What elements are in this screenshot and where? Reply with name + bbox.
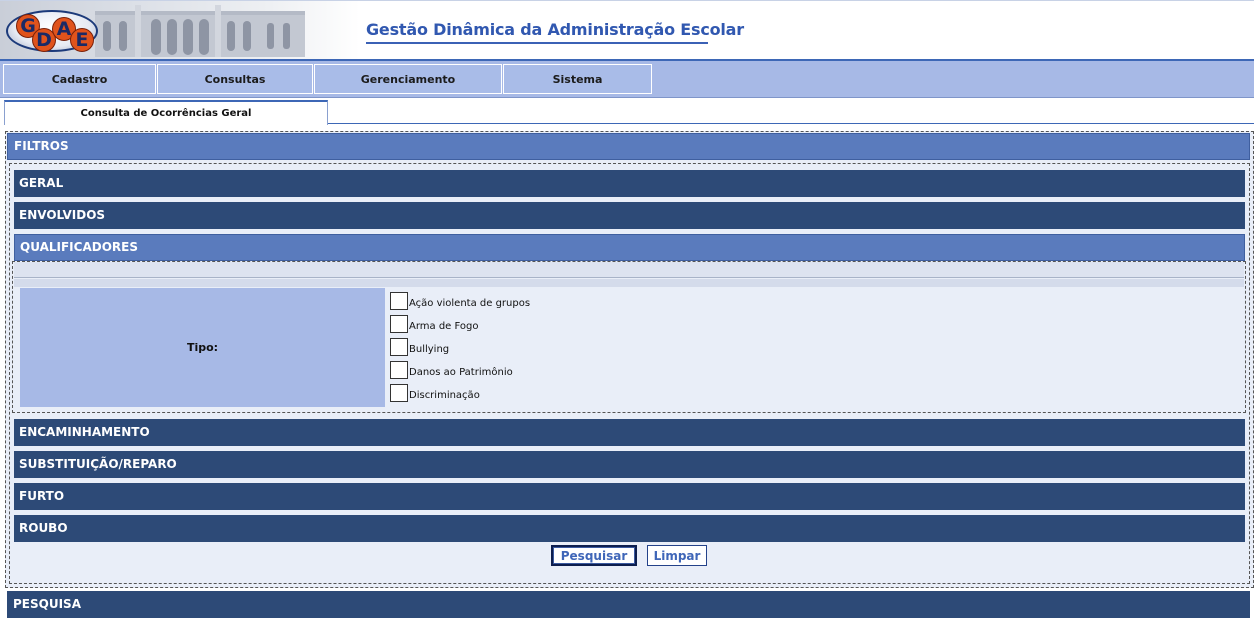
limpar-button[interactable]: Limpar xyxy=(647,545,707,566)
qualificadores-subheader xyxy=(14,262,1244,278)
option-label: Discriminação xyxy=(409,390,480,401)
option-acao-violenta[interactable]: Ação violenta de grupos xyxy=(390,291,530,310)
pesquisar-button[interactable]: Pesquisar xyxy=(551,545,637,566)
option-label: Danos ao Patrimônio xyxy=(409,367,513,378)
qualificadores-spacer xyxy=(14,279,1244,287)
checkbox-danos-patrimonio[interactable] xyxy=(390,361,408,379)
main-menu-bar: Cadastro Consultas Gerenciamento Sistema xyxy=(0,61,1254,98)
checkbox-arma-de-fogo[interactable] xyxy=(390,315,408,333)
filtros-header[interactable]: FILTROS xyxy=(7,133,1250,160)
checkbox-bullying[interactable] xyxy=(390,338,408,356)
tab-baseline xyxy=(328,123,1254,124)
section-envolvidos[interactable]: ENVOLVIDOS xyxy=(14,202,1245,229)
logo-letter-e: E xyxy=(70,28,94,52)
building-image xyxy=(95,5,305,57)
section-roubo[interactable]: ROUBO xyxy=(14,515,1245,542)
title-underline xyxy=(366,42,708,44)
app-header: G D A E Gestão Dinâmica da Administração… xyxy=(0,0,1254,59)
option-bullying[interactable]: Bullying xyxy=(390,337,449,356)
menu-sistema[interactable]: Sistema xyxy=(503,64,652,94)
section-furto[interactable]: FURTO xyxy=(14,483,1245,510)
menu-gerenciamento[interactable]: Gerenciamento xyxy=(314,64,502,94)
checkbox-acao-violenta[interactable] xyxy=(390,292,408,310)
tab-consulta-ocorrencias[interactable]: Consulta de Ocorrências Geral xyxy=(4,100,328,125)
pesquisa-header[interactable]: PESQUISA xyxy=(7,591,1250,618)
header-banner: G D A E xyxy=(0,1,360,59)
app-title: Gestão Dinâmica da Administração Escolar xyxy=(366,20,744,39)
section-qualificadores[interactable]: QUALIFICADORES xyxy=(14,234,1245,261)
menu-consultas[interactable]: Consultas xyxy=(157,64,313,94)
section-substituicao-reparo[interactable]: SUBSTITUIÇÃO/REPARO xyxy=(14,451,1245,478)
option-label: Bullying xyxy=(409,344,450,355)
option-label: Ação violenta de grupos xyxy=(409,298,531,309)
option-arma-de-fogo[interactable]: Arma de Fogo xyxy=(390,314,478,333)
option-danos-patrimonio[interactable]: Danos ao Patrimônio xyxy=(390,360,513,379)
option-discriminacao[interactable]: Discriminação xyxy=(390,383,480,402)
option-label: Arma de Fogo xyxy=(409,321,479,332)
gdae-logo[interactable]: G D A E xyxy=(6,4,98,54)
section-geral[interactable]: GERAL xyxy=(14,170,1245,197)
checkbox-discriminacao[interactable] xyxy=(390,384,408,402)
menu-cadastro[interactable]: Cadastro xyxy=(3,64,156,94)
tipo-options: Ação violenta de grupos Arma de Fogo Bul… xyxy=(385,288,1240,407)
section-encaminhamento[interactable]: ENCAMINHAMENTO xyxy=(14,419,1245,446)
tipo-label: Tipo: xyxy=(20,288,385,407)
